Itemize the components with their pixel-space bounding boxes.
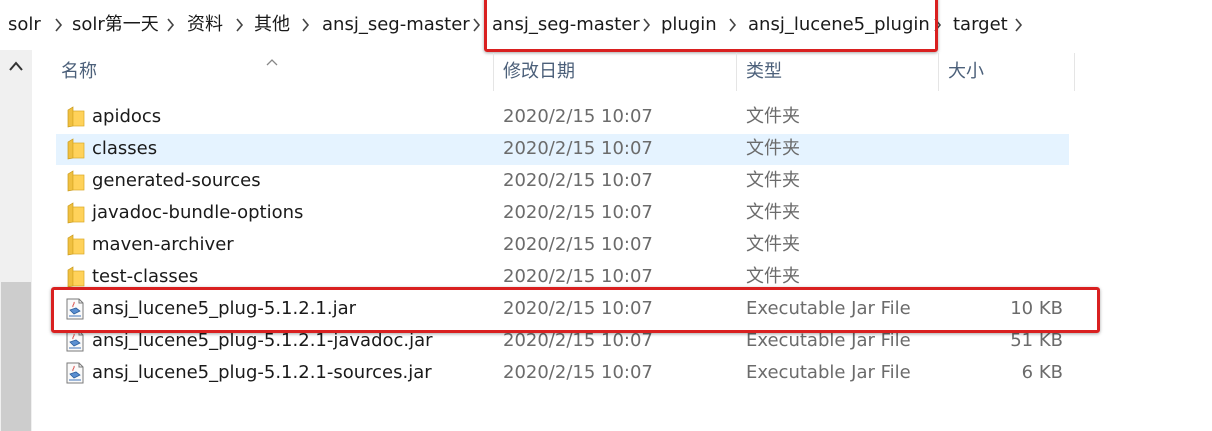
file-size: 6 KB xyxy=(1021,362,1063,383)
folder-icon xyxy=(64,106,86,128)
file-row[interactable]: classes 2020/2/15 10:07 文件夹 xyxy=(56,134,1069,165)
chevron-right-icon[interactable] xyxy=(301,16,311,34)
jar-file-icon xyxy=(64,362,86,384)
chevron-right-icon[interactable] xyxy=(235,16,245,34)
file-size: 51 KB xyxy=(1010,330,1063,351)
breadcrumb-item-target[interactable]: target xyxy=(953,13,1008,37)
chevron-up-icon[interactable] xyxy=(6,58,26,74)
chevron-right-icon[interactable] xyxy=(54,16,64,34)
column-divider[interactable] xyxy=(493,53,494,91)
breadcrumb-item-other[interactable]: 其他 xyxy=(254,13,290,37)
file-type: 文件夹 xyxy=(746,266,800,287)
column-header-type[interactable]: 类型 xyxy=(746,60,782,84)
breadcrumb-item-plugin[interactable]: plugin xyxy=(661,13,717,37)
file-date: 2020/2/15 10:07 xyxy=(503,362,653,383)
file-name: apidocs xyxy=(92,106,162,127)
column-divider[interactable] xyxy=(1074,53,1075,91)
breadcrumb-item-solr-day1[interactable]: solr第一天 xyxy=(72,13,159,37)
file-type: 文件夹 xyxy=(746,202,800,223)
file-date: 2020/2/15 10:07 xyxy=(503,202,653,223)
file-name: test-classes xyxy=(92,266,199,287)
file-date: 2020/2/15 10:07 xyxy=(503,234,653,255)
file-type: Executable Jar File xyxy=(746,298,911,319)
file-type: 文件夹 xyxy=(746,234,800,255)
file-type: 文件夹 xyxy=(746,170,800,191)
file-size: 10 KB xyxy=(1010,298,1063,319)
sort-ascending-icon xyxy=(265,52,279,66)
file-row[interactable]: maven-archiver 2020/2/15 10:07 文件夹 xyxy=(56,230,1069,261)
breadcrumb-item-resources[interactable]: 资料 xyxy=(187,13,223,37)
chevron-right-icon[interactable] xyxy=(933,16,943,34)
file-row[interactable]: ansj_lucene5_plug-5.1.2.1-sources.jar 20… xyxy=(56,358,1069,389)
chevron-right-icon[interactable] xyxy=(728,16,738,34)
file-row[interactable]: apidocs 2020/2/15 10:07 文件夹 xyxy=(56,102,1069,133)
file-name: ansj_lucene5_plug-5.1.2.1-javadoc.jar xyxy=(92,330,433,351)
chevron-right-icon[interactable] xyxy=(1014,16,1024,34)
file-row[interactable]: ansj_lucene5_plug-5.1.2.1-javadoc.jar 20… xyxy=(56,326,1069,357)
column-divider[interactable] xyxy=(736,53,737,91)
chevron-right-icon[interactable] xyxy=(166,16,176,34)
file-name: maven-archiver xyxy=(92,234,234,255)
file-type: 文件夹 xyxy=(746,106,800,127)
file-name: ansj_lucene5_plug-5.1.2.1-sources.jar xyxy=(92,362,432,383)
file-date: 2020/2/15 10:07 xyxy=(503,170,653,191)
file-date: 2020/2/15 10:07 xyxy=(503,330,653,351)
folder-icon xyxy=(64,234,86,256)
vertical-scrollbar[interactable] xyxy=(0,50,32,431)
breadcrumb-item-ansj-lucene5-plugin[interactable]: ansj_lucene5_plugin xyxy=(748,13,930,37)
folder-icon xyxy=(64,138,86,160)
file-type: Executable Jar File xyxy=(746,362,911,383)
file-type: Executable Jar File xyxy=(746,330,911,351)
file-name: javadoc-bundle-options xyxy=(92,202,304,223)
jar-file-icon xyxy=(64,298,86,320)
column-divider[interactable] xyxy=(938,53,939,91)
column-header-name[interactable]: 名称 xyxy=(61,60,97,84)
breadcrumb-item-solr[interactable]: solr xyxy=(8,13,41,37)
folder-icon xyxy=(64,202,86,224)
file-row[interactable]: generated-sources 2020/2/15 10:07 文件夹 xyxy=(56,166,1069,197)
file-row[interactable]: javadoc-bundle-options 2020/2/15 10:07 文… xyxy=(56,198,1069,229)
file-type: 文件夹 xyxy=(746,138,800,159)
file-date: 2020/2/15 10:07 xyxy=(503,106,653,127)
file-date: 2020/2/15 10:07 xyxy=(503,138,653,159)
folder-icon xyxy=(64,170,86,192)
breadcrumb-item-ansj-seg-master[interactable]: ansj_seg-master xyxy=(322,13,470,37)
column-header-size[interactable]: 大小 xyxy=(948,60,984,84)
scrollbar-thumb[interactable] xyxy=(1,282,31,431)
file-name: classes xyxy=(92,138,158,159)
jar-file-icon xyxy=(64,330,86,352)
chevron-right-icon[interactable] xyxy=(472,16,482,34)
file-name: generated-sources xyxy=(92,170,261,191)
file-date: 2020/2/15 10:07 xyxy=(503,298,653,319)
file-row[interactable]: ansj_lucene5_plug-5.1.2.1.jar 2020/2/15 … xyxy=(56,294,1069,325)
folder-icon xyxy=(64,266,86,288)
file-name: ansj_lucene5_plug-5.1.2.1.jar xyxy=(92,298,357,319)
breadcrumb: solr solr第一天 资料 其他 ansj_seg-master ansj_… xyxy=(0,0,1212,50)
column-header-date[interactable]: 修改日期 xyxy=(503,60,575,84)
file-date: 2020/2/15 10:07 xyxy=(503,266,653,287)
file-row[interactable]: test-classes 2020/2/15 10:07 文件夹 xyxy=(56,262,1069,293)
chevron-right-icon[interactable] xyxy=(642,16,652,34)
breadcrumb-item-ansj-seg-master-inner[interactable]: ansj_seg-master xyxy=(492,13,640,37)
